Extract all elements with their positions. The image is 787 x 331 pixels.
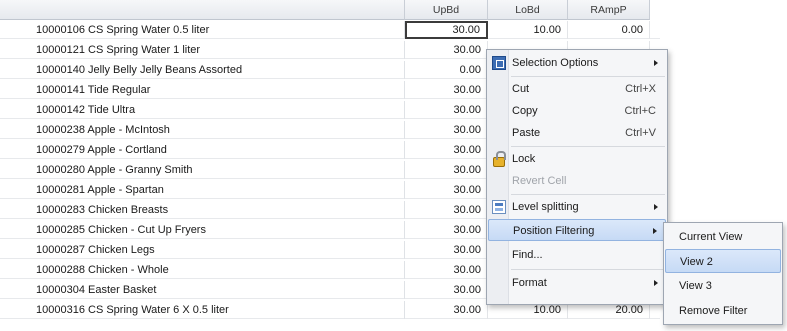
item-name-cell[interactable]: 10000304 Easter Basket <box>0 281 405 299</box>
item-name-cell[interactable]: 10000288 Chicken - Whole <box>0 261 405 279</box>
menu-item-find[interactable]: Find... <box>488 244 666 266</box>
item-name-cell[interactable]: 10000140 Jelly Belly Jelly Beans Assorte… <box>0 61 405 79</box>
table-row[interactable]: 10000106 CS Spring Water 0.5 liter 30.00 1… <box>0 21 660 39</box>
upbd-cell[interactable]: 30.00 <box>405 181 488 199</box>
item-name-cell[interactable]: 10000106 CS Spring Water 0.5 liter <box>0 21 405 39</box>
menu-separator <box>511 269 665 270</box>
menu-separator <box>511 146 665 147</box>
item-name-cell[interactable]: 10000287 Chicken Legs <box>0 241 405 259</box>
menu-item-cut[interactable]: Cut Ctrl+X <box>488 78 666 100</box>
menu-item-shortcut: Ctrl+C <box>624 105 656 117</box>
submenu-item-view-3[interactable]: View 3 <box>665 274 781 298</box>
menu-item-label: Find... <box>512 249 543 261</box>
item-name-cell[interactable]: 10000285 Chicken - Cut Up Fryers <box>0 221 405 239</box>
header-lobd[interactable]: LoBd <box>488 0 568 20</box>
submenu-arrow-icon <box>654 280 658 286</box>
item-name-cell[interactable]: 10000279 Apple - Cortland <box>0 141 405 159</box>
menu-item-shortcut: Ctrl+X <box>625 83 656 95</box>
submenu-item-current-view[interactable]: Current View <box>665 225 781 249</box>
context-menu: Selection Options Cut Ctrl+X Copy Ctrl+C… <box>486 49 668 305</box>
upbd-cell[interactable]: 30.00 <box>405 281 488 299</box>
menu-item-revert-cell: Revert Cell <box>488 170 666 192</box>
position-filtering-submenu: Current View View 2 View 3 Remove Filter <box>663 222 783 325</box>
upbd-cell[interactable]: 30.00 <box>405 301 488 319</box>
menu-item-label: Paste <box>512 127 541 139</box>
lobd-cell[interactable]: 10.00 <box>488 21 568 39</box>
menu-item-shortcut: Ctrl+V <box>625 127 656 139</box>
item-name-cell[interactable]: 10000238 Apple - McIntosh <box>0 121 405 139</box>
menu-item-lock[interactable]: Lock <box>488 148 666 170</box>
menu-item-position-filtering[interactable]: Position Filtering <box>488 219 666 241</box>
upbd-cell[interactable]: 30.00 <box>405 81 488 99</box>
menu-item-label: Selection Options <box>512 57 599 69</box>
upbd-cell[interactable]: 30.00 <box>405 41 488 59</box>
item-name-cell[interactable]: 10000281 Apple - Spartan <box>0 181 405 199</box>
menu-item-label: Revert Cell <box>512 175 567 187</box>
upbd-cell[interactable]: 30.00 <box>405 141 488 159</box>
menu-item-selection-options[interactable]: Selection Options <box>488 52 666 74</box>
menu-separator <box>511 194 665 195</box>
menu-item-paste[interactable]: Paste Ctrl+V <box>488 122 666 144</box>
submenu-item-view-2[interactable]: View 2 <box>665 249 781 273</box>
upbd-cell[interactable]: 30.00 <box>405 21 488 39</box>
menu-item-label: Copy <box>512 105 538 117</box>
item-name-cell[interactable]: 10000141 Tide Regular <box>0 81 405 99</box>
upbd-cell[interactable]: 0.00 <box>405 61 488 79</box>
selection-options-icon <box>492 56 506 70</box>
upbd-cell[interactable]: 30.00 <box>405 161 488 179</box>
header-upbd[interactable]: UpBd <box>405 0 488 20</box>
menu-item-copy[interactable]: Copy Ctrl+C <box>488 100 666 122</box>
menu-item-level-splitting[interactable]: Level splitting <box>488 196 666 218</box>
upbd-cell[interactable]: 30.00 <box>405 261 488 279</box>
submenu-item-remove-filter[interactable]: Remove Filter <box>665 299 781 323</box>
menu-item-label: Level splitting <box>512 201 579 213</box>
submenu-arrow-icon <box>654 204 658 210</box>
upbd-cell[interactable]: 30.00 <box>405 201 488 219</box>
item-name-cell[interactable]: 10000142 Tide Ultra <box>0 101 405 119</box>
submenu-arrow-icon <box>654 60 658 66</box>
item-name-cell[interactable]: 10000280 Apple - Granny Smith <box>0 161 405 179</box>
item-name-cell[interactable]: 10000283 Chicken Breasts <box>0 201 405 219</box>
submenu-arrow-icon <box>653 228 657 234</box>
upbd-cell[interactable]: 30.00 <box>405 101 488 119</box>
menu-separator <box>511 76 665 77</box>
menu-item-label: Position Filtering <box>513 225 595 237</box>
menu-item-label: Cut <box>512 83 530 95</box>
upbd-cell[interactable]: 30.00 <box>405 121 488 139</box>
item-name-cell[interactable]: 10000316 CS Spring Water 6 X 0.5 liter <box>0 301 405 319</box>
menu-item-label: Lock <box>512 153 536 165</box>
header-rampp[interactable]: RAmpP <box>568 0 650 20</box>
header-cell-name <box>0 0 405 20</box>
rampp-cell[interactable]: 0.00 <box>568 21 650 39</box>
upbd-cell[interactable]: 30.00 <box>405 241 488 259</box>
menu-item-label: Format <box>512 277 547 289</box>
menu-item-format[interactable]: Format <box>488 272 666 294</box>
item-name-cell[interactable]: 10000121 CS Spring Water 1 liter <box>0 41 405 59</box>
level-splitting-icon <box>492 200 506 214</box>
upbd-cell[interactable]: 30.00 <box>405 221 488 239</box>
lock-icon <box>493 151 506 167</box>
